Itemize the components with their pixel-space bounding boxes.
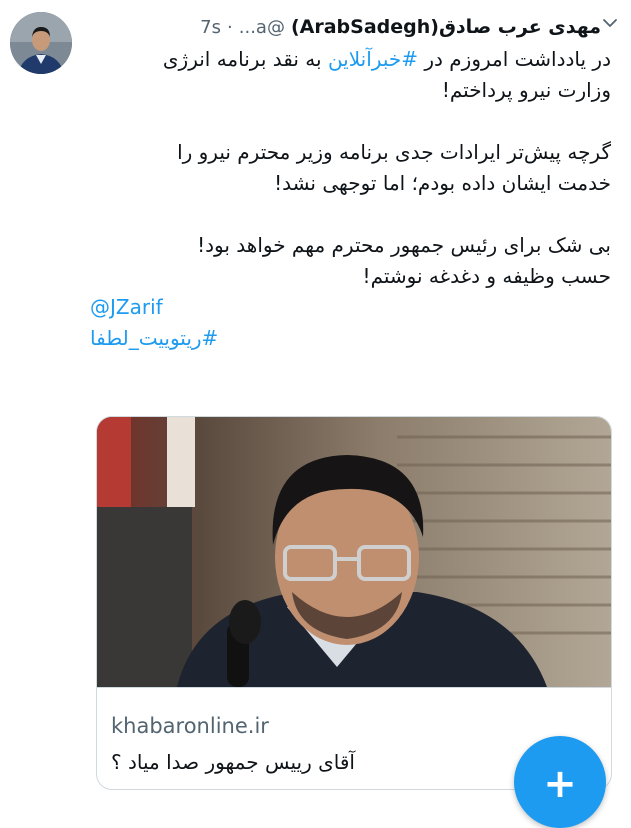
tweet-text-line: حسب وظیفه و دغدغه نوشتم! <box>362 264 611 288</box>
card-image[interactable] <box>97 417 611 687</box>
handle[interactable]: @a... <box>239 17 285 38</box>
more-button[interactable] <box>599 14 621 36</box>
tweet-text-line: بی شک برای رئیس جمهور محترم مهم خواهد بو… <box>197 233 611 257</box>
compose-plus-icon: + <box>543 761 577 807</box>
tweet-header: مهدی عرب صادق(ArabSadegh) @a... · 7s <box>90 10 601 44</box>
tweet-text-line: وزارت نیرو پرداختم! <box>441 78 611 102</box>
separator-dot: · <box>227 16 233 38</box>
card-domain: khabaronline.ir <box>111 714 269 738</box>
avatar[interactable] <box>10 12 72 74</box>
tweet-text-line: در یادداشت امروزم در <box>418 47 611 71</box>
tweet-text-line: خدمت ایشان داده بودم؛ اما توجهی نشد! <box>274 171 611 195</box>
card-title: آقای رییس جمهور صدا میاد ؟ <box>111 750 355 774</box>
mention-link[interactable]: @JZarif <box>90 295 163 319</box>
hashtag-link[interactable]: #خبرآنلاین <box>328 47 418 71</box>
timestamp[interactable]: 7s <box>200 17 221 38</box>
tweet-text-line: به نقد برنامه انرژی <box>162 47 328 71</box>
chevron-down-icon <box>603 19 617 27</box>
tweet-text: در یادداشت امروزم در #خبرآنلاین به نقد ب… <box>90 44 611 354</box>
link-card[interactable]: khabaronline.ir آقای رییس جمهور صدا میاد… <box>96 416 612 790</box>
display-name[interactable]: مهدی عرب صادق(ArabSadegh) <box>291 16 601 38</box>
tweet-text-line: گرچه پیش‌تر ایرادات جدی برنامه وزیر محتر… <box>177 140 611 164</box>
hashtag-link[interactable]: #ریتوییت_لطفا <box>90 326 218 350</box>
compose-button[interactable]: + <box>514 736 606 828</box>
tweet[interactable]: مهدی عرب صادق(ArabSadegh) @a... · 7s در … <box>0 0 631 828</box>
